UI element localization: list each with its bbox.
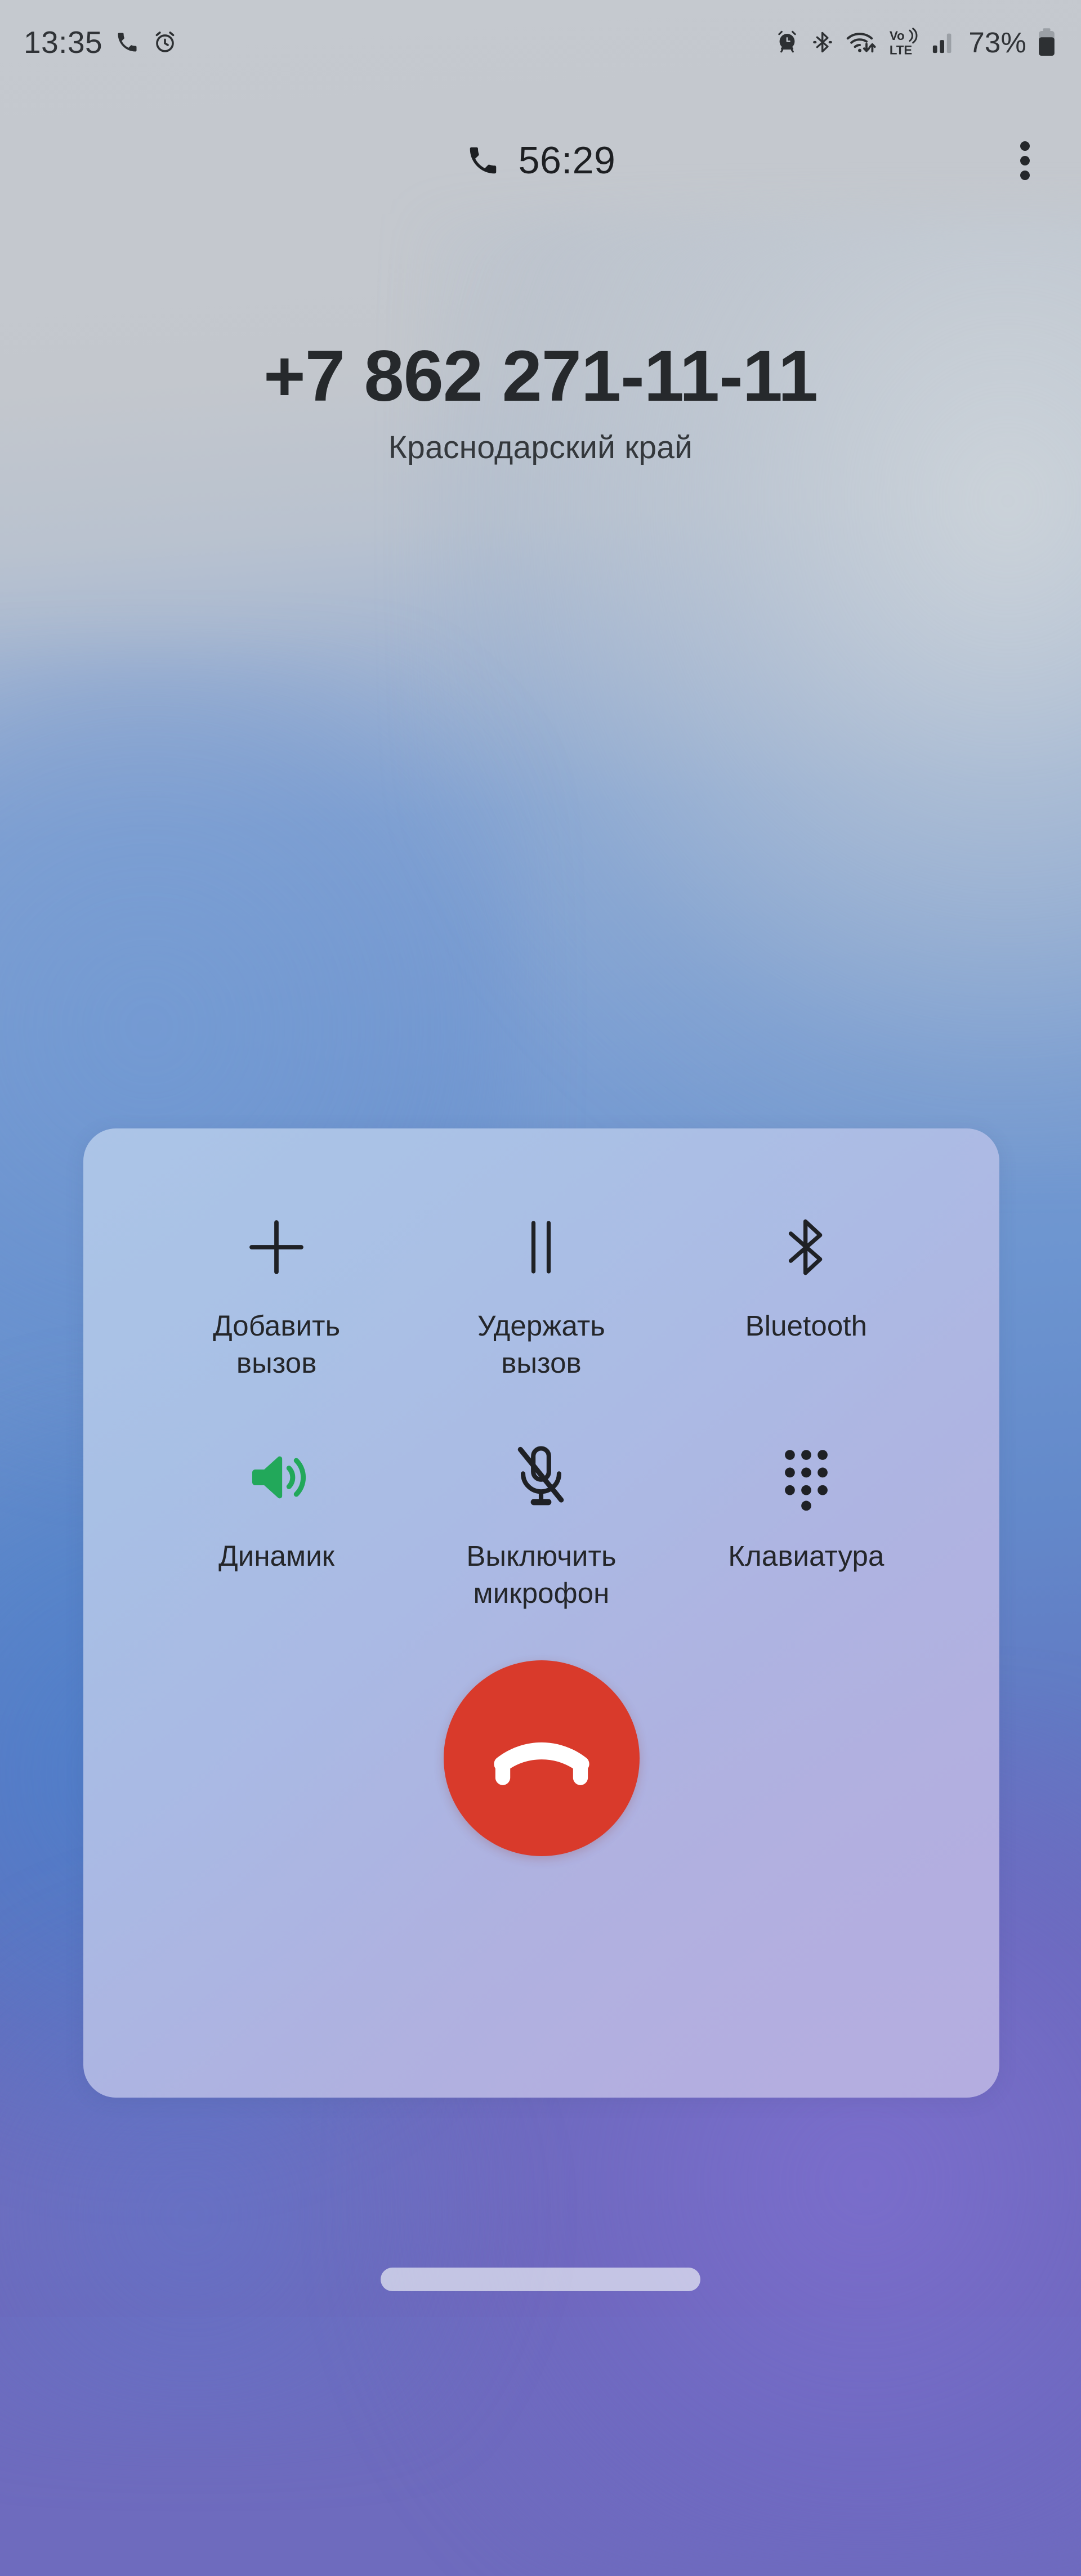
overflow-dot	[1020, 141, 1030, 151]
speaker-icon	[144, 1441, 409, 1514]
bluetooth-label: Bluetooth	[745, 1310, 868, 1342]
caller-phone-number: +7 862 271-11-11	[263, 336, 818, 416]
signal-bars-icon	[931, 29, 958, 55]
mute-microphone-label: Выключить микрофон	[466, 1539, 617, 1609]
bluetooth-icon	[811, 29, 834, 55]
end-call-icon	[489, 1705, 594, 1812]
overflow-dot	[1020, 155, 1030, 165]
caller-location-label: Краснодарский край	[388, 429, 693, 466]
speaker-label: Динамик	[218, 1539, 335, 1572]
alarm-set-icon	[774, 29, 800, 55]
dialpad-icon	[674, 1441, 939, 1514]
end-call-button[interactable]	[443, 1660, 640, 1857]
call-status-header: 56:29	[0, 121, 1081, 200]
battery-icon	[1037, 28, 1056, 57]
keypad-label: Клавиатура	[728, 1539, 885, 1572]
caller-info: +7 862 271-11-11 Краснодарский край	[0, 336, 1081, 466]
bluetooth-button[interactable]: Bluetooth	[674, 1211, 939, 1382]
call-timer-group: 56:29	[466, 138, 616, 182]
overflow-dot	[1020, 170, 1030, 180]
end-call-area	[83, 1660, 999, 1857]
mute-microphone-button[interactable]: Выключить микрофон	[409, 1441, 673, 1612]
microphone-off-icon	[409, 1441, 673, 1514]
status-bar: 13:35 Vo LTE 73%	[0, 0, 1081, 84]
keypad-button[interactable]: Клавиатура	[674, 1441, 939, 1612]
in-call-control-panel: Добавитьвызов Удержатьвызов Bluetooth	[83, 1128, 999, 2098]
call-duration-timer: 56:29	[518, 139, 616, 182]
alarm-clock-icon	[152, 29, 178, 55]
status-bar-right-group: Vo LTE 73%	[774, 26, 1056, 59]
hold-call-button[interactable]: Удержать вызов	[409, 1211, 673, 1382]
add-call-button[interactable]: Добавить вызов	[144, 1211, 409, 1382]
status-bar-left-group: 13:35	[24, 24, 178, 60]
pause-icon	[409, 1211, 673, 1284]
status-bar-clock: 13:35	[24, 25, 103, 60]
speaker-button[interactable]: Динамик	[144, 1441, 409, 1612]
svg-text:LTE: LTE	[890, 43, 912, 57]
home-indicator-pill[interactable]	[381, 2268, 700, 2291]
phone-handset-icon	[466, 143, 501, 178]
call-controls-grid: Добавитьвызов Удержатьвызов Bluetooth	[83, 1211, 999, 1612]
add-call-label: Добавить вызов	[213, 1310, 341, 1379]
battery-percent-label: 73%	[968, 26, 1026, 59]
volte-icon: Vo LTE	[887, 28, 920, 57]
svg-text:Vo: Vo	[890, 29, 905, 43]
navigation-bar	[0, 2227, 1081, 2317]
hold-call-label: Удержать вызов	[477, 1310, 605, 1379]
bluetooth-icon	[674, 1211, 939, 1284]
overflow-menu-icon[interactable]	[968, 121, 1081, 200]
call-active-icon	[115, 30, 140, 55]
plus-icon	[144, 1211, 409, 1284]
wifi-data-icon	[845, 29, 877, 56]
